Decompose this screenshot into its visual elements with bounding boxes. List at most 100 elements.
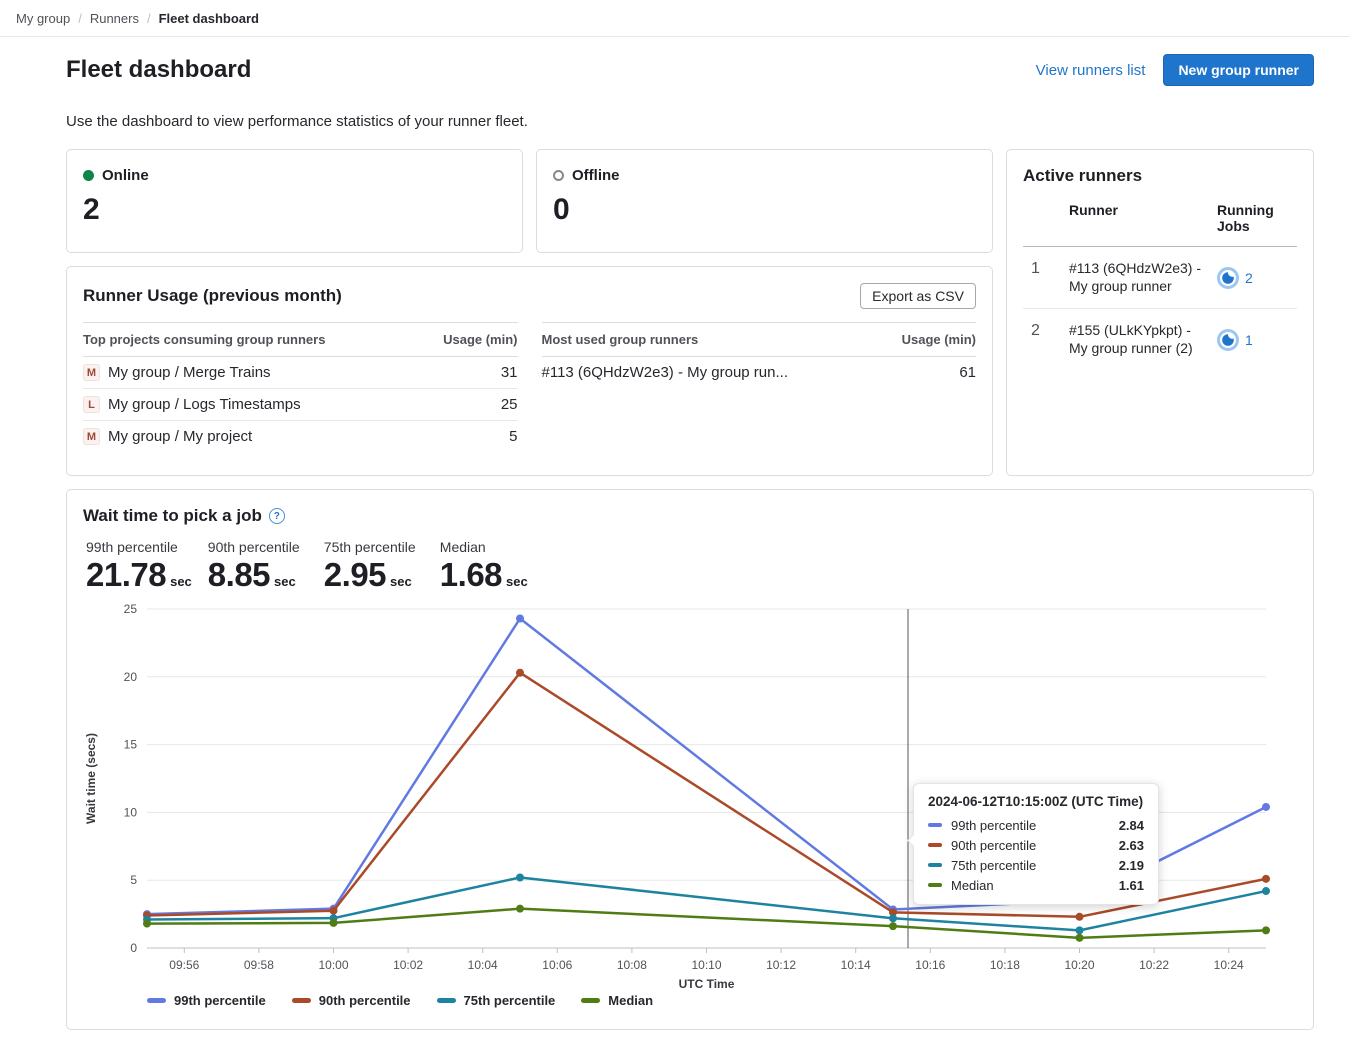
runner-name-link[interactable]: #155 (ULkKYpkpt) - My group runner (2) xyxy=(1069,322,1217,357)
new-group-runner-button[interactable]: New group runner xyxy=(1163,54,1314,86)
offline-runners-card: Offline 0 xyxy=(536,149,993,253)
stat-unit: sec xyxy=(390,574,412,589)
svg-text:10:20: 10:20 xyxy=(1064,958,1094,972)
column-header-usage-min: Usage (min) xyxy=(443,332,517,347)
legend-item-90th-percentile[interactable]: 90th percentile xyxy=(292,993,411,1008)
usage-minutes: 31 xyxy=(501,364,518,381)
project-avatar: L xyxy=(83,396,100,413)
stat-unit: sec xyxy=(274,574,296,589)
column-header-running-jobs: Running Jobs xyxy=(1217,202,1297,234)
project-name: My group / My project xyxy=(108,428,252,445)
usage-minutes: 25 xyxy=(501,396,518,413)
svg-text:10:00: 10:00 xyxy=(318,958,348,972)
legend-swatch-icon xyxy=(292,998,311,1003)
column-header-most-used-runners: Most used group runners xyxy=(542,332,699,347)
legend-swatch-icon xyxy=(147,998,166,1003)
runner-rank: 2 xyxy=(1023,322,1069,340)
project-name: My group / Logs Timestamps xyxy=(108,396,301,413)
stat-value: 2.95 xyxy=(324,556,386,594)
project-name: My group / Merge Trains xyxy=(108,364,271,381)
online-label: Online xyxy=(102,167,149,184)
runner-name: #113 (6QHdzW2e3) - My group run... xyxy=(542,364,789,381)
export-csv-button[interactable]: Export as CSV xyxy=(860,283,976,309)
svg-text:10:22: 10:22 xyxy=(1139,958,1169,972)
column-header-top-projects: Top projects consuming group runners xyxy=(83,332,325,347)
stat-value: 8.85 xyxy=(208,556,270,594)
active-runners-table: Runner Running Jobs 1 #113 (6QHdzW2e3) -… xyxy=(1023,202,1297,370)
breadcrumb-my-group[interactable]: My group xyxy=(16,11,70,26)
stat-99th-percentile: 99th percentile 21.78 sec xyxy=(86,539,192,594)
running-jobs-count[interactable]: 2 xyxy=(1245,270,1253,286)
stat-75th-percentile: 75th percentile 2.95 sec xyxy=(324,539,424,594)
stat-median: Median 1.68 sec xyxy=(440,539,540,594)
column-header-usage-min: Usage (min) xyxy=(902,332,976,347)
table-row: #113 (6QHdzW2e3) - My group run... 61 xyxy=(542,357,977,388)
active-runners-card: Active runners Runner Running Jobs 1 #11… xyxy=(1006,149,1314,476)
series-swatch-icon xyxy=(928,883,942,887)
running-jobs-count[interactable]: 1 xyxy=(1245,332,1253,348)
stat-unit: sec xyxy=(170,574,192,589)
svg-text:10: 10 xyxy=(124,805,138,819)
tooltip-title: 2024-06-12T10:15:00Z (UTC Time) xyxy=(914,794,1158,815)
online-runners-card: Online 2 xyxy=(66,149,523,253)
svg-text:0: 0 xyxy=(130,941,137,955)
svg-text:10:24: 10:24 xyxy=(1214,958,1244,972)
stat-value: 1.68 xyxy=(440,556,502,594)
runner-name-link[interactable]: #113 (6QHdzW2e3) - My group runner xyxy=(1069,260,1217,295)
wait-time-title: Wait time to pick a job xyxy=(83,506,262,526)
table-row: 2 #155 (ULkKYpkpt) - My group runner (2)… xyxy=(1023,308,1297,370)
svg-text:10:14: 10:14 xyxy=(841,958,871,972)
svg-text:10:12: 10:12 xyxy=(766,958,796,972)
legend-item-75th-percentile[interactable]: 75th percentile xyxy=(437,993,556,1008)
most-used-runners-table: Most used group runners Usage (min) #113… xyxy=(542,322,977,452)
chart-tooltip: 2024-06-12T10:15:00Z (UTC Time) 99th per… xyxy=(913,783,1159,905)
svg-text:09:58: 09:58 xyxy=(244,958,274,972)
view-runners-list-link[interactable]: View runners list xyxy=(1036,62,1146,79)
wait-time-card: Wait time to pick a job ? 99th percentil… xyxy=(66,489,1314,1030)
project-avatar: M xyxy=(83,428,100,445)
svg-text:5: 5 xyxy=(130,873,137,887)
runner-usage-title: Runner Usage (previous month) xyxy=(83,286,342,306)
page-description: Use the dashboard to view performance st… xyxy=(66,113,528,130)
legend-item-99th-percentile[interactable]: 99th percentile xyxy=(147,993,266,1008)
online-count: 2 xyxy=(83,193,506,227)
legend-swatch-icon xyxy=(581,998,600,1003)
stat-value: 21.78 xyxy=(86,556,166,594)
svg-text:Wait time (secs): Wait time (secs) xyxy=(84,733,98,824)
svg-text:UTC Time: UTC Time xyxy=(679,977,735,991)
breadcrumb-separator: / xyxy=(147,11,151,26)
online-status-icon xyxy=(83,170,94,181)
table-row: 1 #113 (6QHdzW2e3) - My group runner 2 xyxy=(1023,247,1297,308)
table-row: M My group / Merge Trains 31 xyxy=(83,357,518,389)
breadcrumb-separator: / xyxy=(78,11,82,26)
svg-text:10:18: 10:18 xyxy=(990,958,1020,972)
series-swatch-icon xyxy=(928,843,942,847)
svg-text:20: 20 xyxy=(124,670,138,684)
table-row: M My group / My project 5 xyxy=(83,421,518,452)
legend-item-median[interactable]: Median xyxy=(581,993,653,1008)
runner-usage-card: Runner Usage (previous month) Export as … xyxy=(66,266,993,476)
help-icon[interactable]: ? xyxy=(269,508,285,524)
series-swatch-icon xyxy=(928,863,942,867)
tooltip-row: 75th percentile 2.19 xyxy=(914,855,1158,875)
project-avatar: M xyxy=(83,364,100,381)
offline-status-icon xyxy=(553,170,564,181)
active-runners-title: Active runners xyxy=(1023,166,1297,186)
running-status-icon xyxy=(1217,267,1239,289)
svg-text:10:02: 10:02 xyxy=(393,958,423,972)
top-projects-table: Top projects consuming group runners Usa… xyxy=(83,322,518,452)
svg-text:10:08: 10:08 xyxy=(617,958,647,972)
svg-text:10:10: 10:10 xyxy=(691,958,721,972)
breadcrumb: My group / Runners / Fleet dashboard xyxy=(0,0,1350,37)
svg-text:10:06: 10:06 xyxy=(542,958,572,972)
fleet-dashboard-page: My group / Runners / Fleet dashboard Fle… xyxy=(0,0,1350,1049)
usage-minutes: 5 xyxy=(509,428,517,445)
column-header-runner: Runner xyxy=(1069,202,1217,234)
series-swatch-icon xyxy=(928,823,942,827)
runner-rank: 1 xyxy=(1023,260,1069,278)
legend-swatch-icon xyxy=(437,998,456,1003)
breadcrumb-fleet-dashboard: Fleet dashboard xyxy=(159,11,259,26)
tooltip-row: Median 1.61 xyxy=(914,875,1158,895)
offline-count: 0 xyxy=(553,193,976,227)
breadcrumb-runners[interactable]: Runners xyxy=(90,11,139,26)
